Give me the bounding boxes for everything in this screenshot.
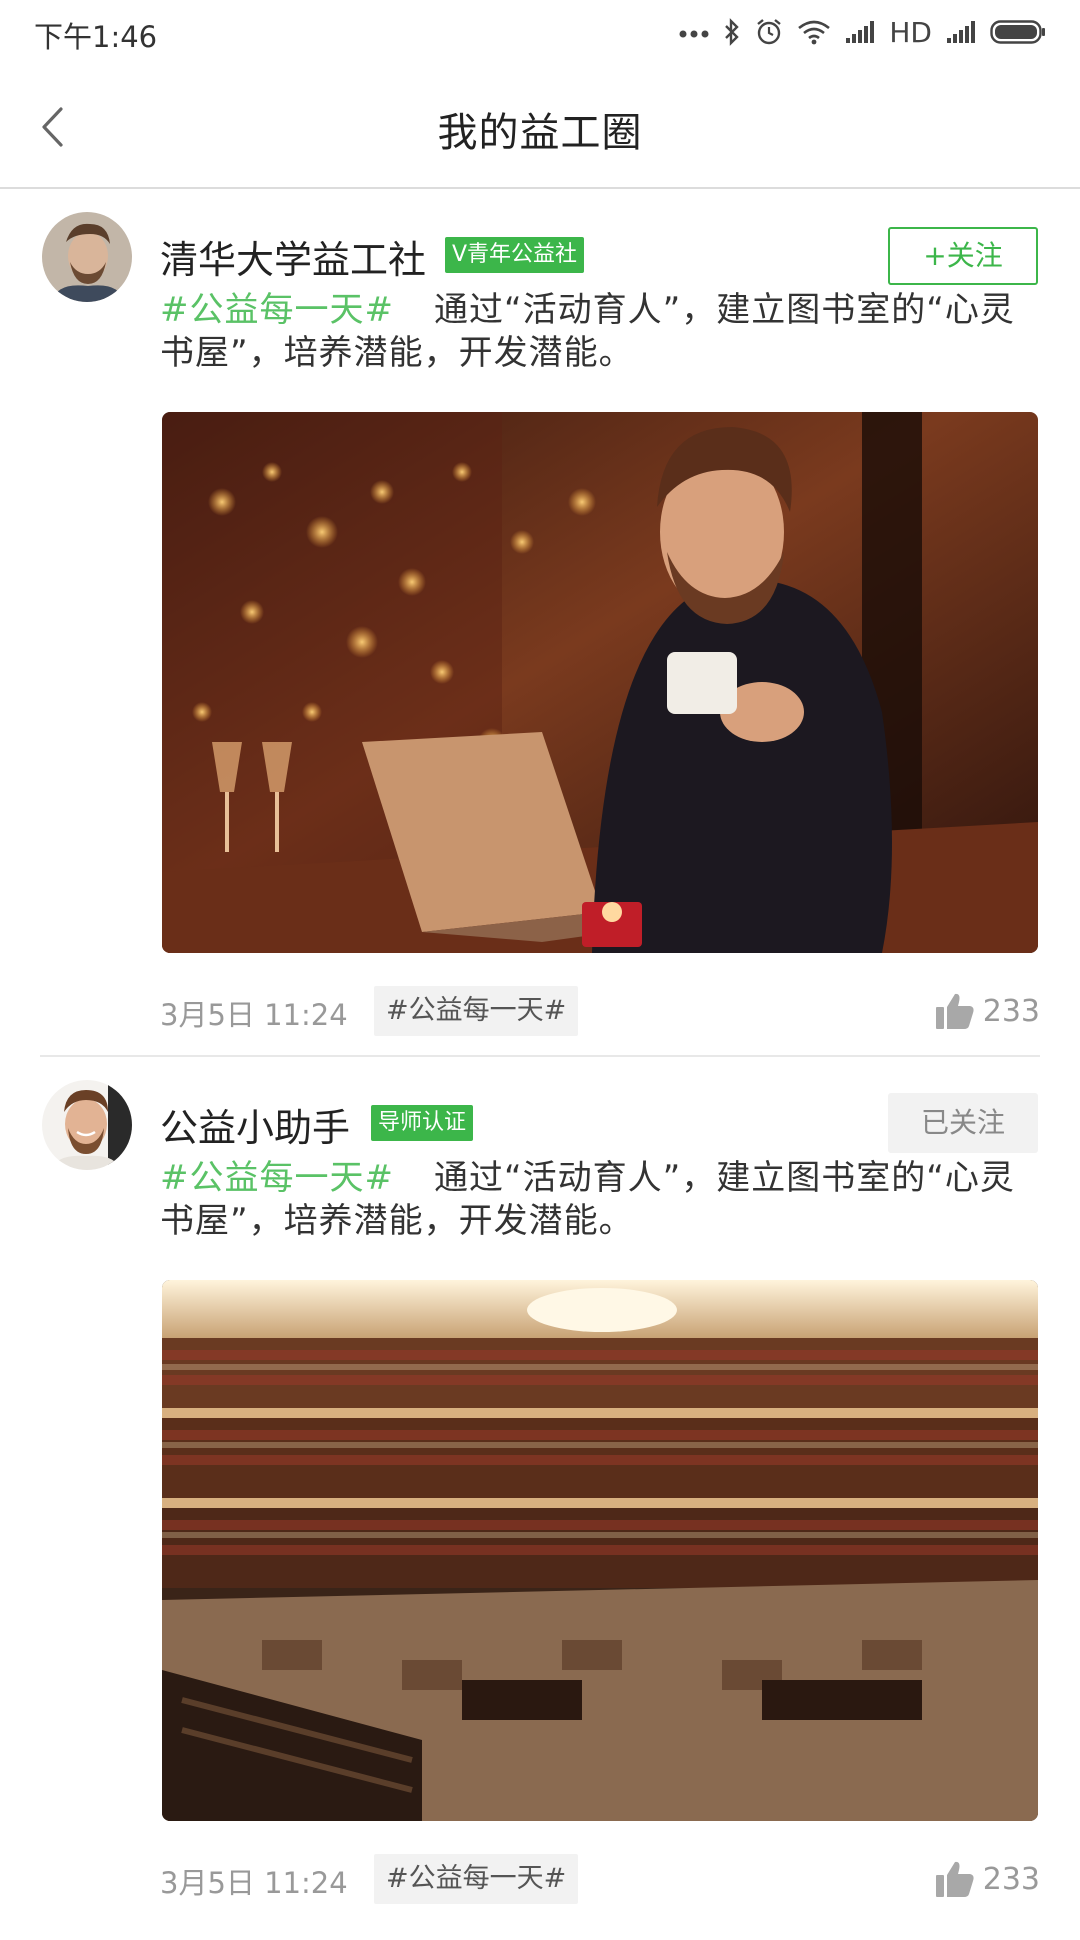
post-text[interactable]: #公益每一天# 通过“活动育人”，建立图书室的“心灵书屋”，培养潜能，开发潜能。 <box>160 289 1040 375</box>
topic-link[interactable]: #公益每一天# <box>160 290 394 330</box>
post-text[interactable]: #公益每一天# 通过“活动育人”，建立图书室的“心灵书屋”，培养潜能，开发潜能。 <box>160 1157 1040 1243</box>
signal-icon-2 <box>947 21 975 43</box>
post-meta: 3月5日 11:24 #公益每一天# 233 <box>160 1854 1040 1904</box>
nav-bar: 我的益工圈 <box>0 66 1080 189</box>
avatar[interactable] <box>42 212 132 302</box>
like-count: 233 <box>982 993 1040 1029</box>
bluetooth-icon <box>725 18 740 46</box>
post-card[interactable]: 清华大学益工社 V青年公益社 +关注 #公益每一天# 通过“活动育人”，建立图书室… <box>0 189 1080 1057</box>
thumbs-up-icon <box>935 1861 974 1897</box>
alarm-icon <box>757 19 782 45</box>
post-image[interactable] <box>162 1280 1038 1821</box>
post-time: 3月5日 11:24 <box>160 1866 348 1900</box>
topic-tag[interactable]: #公益每一天# <box>374 986 579 1036</box>
verified-badge: V青年公益社 <box>445 237 585 273</box>
wifi-icon <box>798 20 831 45</box>
post-time: 3月5日 11:24 <box>160 998 348 1032</box>
followed-button[interactable]: 已关注 <box>888 1093 1038 1153</box>
post-image[interactable] <box>162 412 1038 953</box>
topic-tag[interactable]: #公益每一天# <box>374 1854 579 1904</box>
status-time: 下午1:46 <box>34 20 158 54</box>
like-button[interactable]: 233 <box>935 1856 1040 1902</box>
like-button[interactable]: 233 <box>935 988 1040 1034</box>
avatar[interactable] <box>42 1080 132 1170</box>
feed-list[interactable]: 清华大学益工社 V青年公益社 +关注 #公益每一天# 通过“活动育人”，建立图书室… <box>0 189 1080 1940</box>
battery-icon <box>990 20 1045 44</box>
more-dots-icon <box>679 30 709 38</box>
thumbs-up-icon <box>935 993 974 1029</box>
signal-icon <box>846 21 875 43</box>
user-name[interactable]: 公益小助手 <box>160 1097 350 1152</box>
post-meta: 3月5日 11:24 #公益每一天# 233 <box>160 986 1040 1036</box>
network-type-label: HD <box>889 15 932 49</box>
page-title: 我的益工圈 <box>437 110 643 156</box>
follow-button[interactable]: +关注 <box>888 227 1038 285</box>
like-count: 233 <box>982 1861 1040 1897</box>
mentor-badge: 导师认证 <box>371 1105 474 1141</box>
status-icons: HD <box>679 12 1046 52</box>
status-bar: 下午1:46 HD <box>0 0 1080 66</box>
post-card[interactable]: 公益小助手 导师认证 已关注 #公益每一天# 通过“活动育人”，建立图书室的“心灵… <box>0 1057 1080 1940</box>
topic-link[interactable]: #公益每一天# <box>160 1158 394 1198</box>
user-name[interactable]: 清华大学益工社 <box>160 229 426 284</box>
